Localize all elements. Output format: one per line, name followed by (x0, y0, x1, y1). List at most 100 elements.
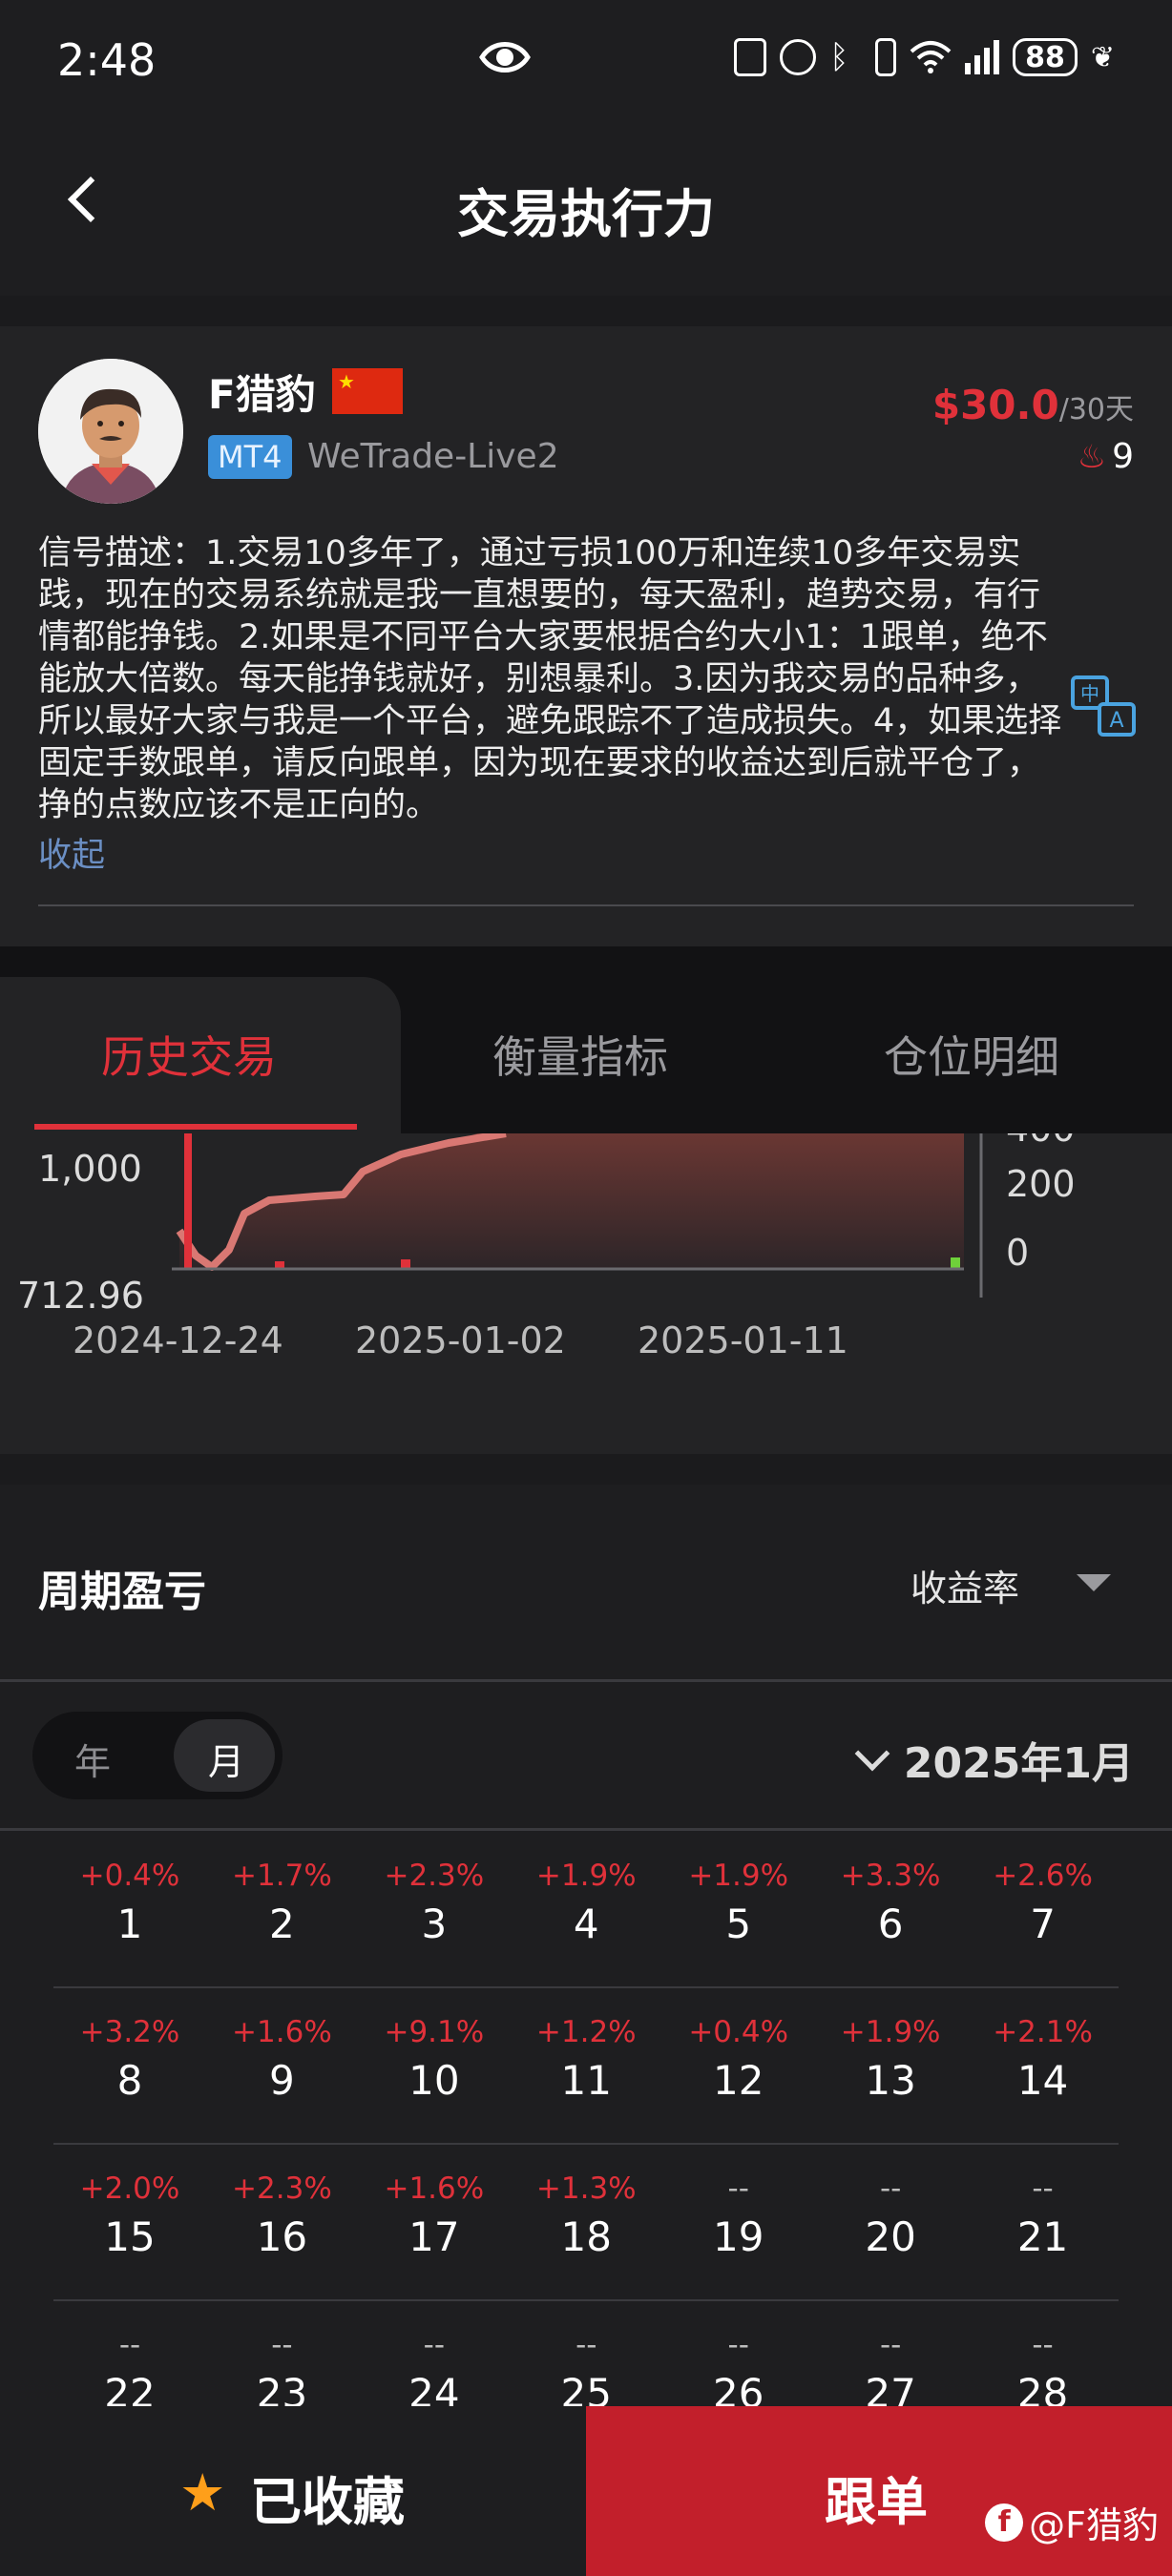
calendar-day-cell[interactable]: -- 25 (510, 2328, 662, 2417)
day-return: -- (879, 2171, 902, 2206)
alarm-icon (780, 39, 817, 75)
calendar-week-row: +3.2% 8 +1.6% 9 +9.1% 10 +1.2% 11 +0.4% 12 +1.9% 13… (53, 1988, 1119, 2145)
day-return: +1.2% (535, 2015, 637, 2049)
favorite-button[interactable]: ★ 已收藏 (0, 2406, 586, 2576)
calendar-grid: +0.4% 1 +1.7% 2 +2.3% 3 +1.9% 4 +1.9% 5 +3.3% 6 +2.6… (53, 1832, 1119, 2458)
day-return: +2.3% (232, 2171, 332, 2206)
day-number: 6 (877, 1901, 904, 1947)
toggle-month[interactable]: 月 (208, 1733, 244, 1785)
day-return: -- (576, 2328, 597, 2362)
app-header: 交易执行力 (0, 114, 1172, 296)
calendar-day-cell[interactable]: +2.3% 16 (205, 2171, 358, 2260)
fire-icon: ♨ (1077, 437, 1107, 476)
day-return: -- (423, 2328, 446, 2362)
day-return: -- (118, 2328, 141, 2362)
signal-icon (965, 40, 1000, 74)
calendar-day-cell[interactable]: +1.2% 11 (510, 2015, 662, 2104)
calendar-day-cell[interactable]: -- 24 (358, 2328, 511, 2417)
x-tick: 2024-12-24 (73, 1319, 283, 1361)
calendar-day-cell[interactable]: +2.0% 15 (53, 2171, 206, 2260)
divider (38, 904, 1134, 906)
day-return: +2.1% (993, 2015, 1093, 2049)
day-return: -- (879, 2328, 902, 2362)
day-number: 18 (560, 2213, 612, 2260)
calendar-day-cell[interactable]: +1.9% 5 (662, 1859, 815, 1947)
tab-history[interactable]: 历史交易 (101, 1023, 277, 1086)
collapse-link[interactable]: 收起 (38, 828, 105, 877)
follow-label: 跟单 (825, 2472, 928, 2532)
metric-dropdown[interactable]: 收益率 (910, 1559, 1019, 1611)
weibo-logo-icon: f (985, 2503, 1024, 2542)
day-number: 5 (725, 1901, 752, 1947)
tab-underline (34, 1124, 357, 1130)
calendar-day-cell[interactable]: +0.4% 12 (662, 2015, 815, 2104)
day-number: 8 (116, 2057, 143, 2104)
calendar-day-cell[interactable]: +3.2% 8 (53, 2015, 206, 2104)
day-number: 19 (712, 2213, 764, 2260)
day-number: 1 (116, 1901, 143, 1947)
calendar-day-cell[interactable]: -- 28 (967, 2328, 1120, 2417)
divider (0, 1828, 1172, 1831)
month-picker[interactable]: 2025年1月 (854, 1729, 1134, 1790)
day-number: 20 (865, 2213, 916, 2260)
day-number: 12 (712, 2057, 764, 2104)
calendar-day-cell[interactable]: -- 23 (205, 2328, 358, 2417)
calendar-day-cell[interactable]: -- 21 (967, 2171, 1120, 2260)
dropdown-arrow-icon[interactable] (1077, 1574, 1111, 1591)
calendar-day-cell[interactable]: +1.6% 17 (358, 2171, 511, 2260)
day-return: -- (1032, 2171, 1054, 2206)
calendar-day-cell[interactable]: -- 26 (662, 2328, 815, 2417)
day-return: +1.6% (232, 2015, 332, 2049)
divider (0, 1679, 1172, 1682)
watermark-text: @F猎豹 (1029, 2504, 1159, 2546)
calendar-day-cell[interactable]: +2.3% 3 (358, 1859, 511, 1947)
calendar-day-cell[interactable]: +1.6% 9 (205, 2015, 358, 2104)
follow-button[interactable]: 跟单 f @F猎豹 (586, 2406, 1172, 2576)
day-return: +0.4% (79, 1859, 180, 1893)
subscription-price: $30.0/30天 (932, 382, 1134, 428)
day-return: +3.2% (79, 2015, 180, 2049)
translate-icon[interactable]: 中 A (1069, 672, 1138, 740)
day-return: +3.3% (840, 1859, 941, 1893)
year-month-toggle[interactable]: 年 月 (32, 1712, 283, 1799)
calendar-day-cell[interactable]: -- 19 (662, 2171, 815, 2260)
signal-profile-card: F猎豹 MT4 WeTrade-Live2 $30.0/30天 ♨ 9 信号描述… (0, 326, 1172, 946)
signal-description: 信号描述：1.交易10多年了，通过亏损100万和连续10多年交易实践，现在的交易… (38, 534, 1062, 824)
calendar-day-cell[interactable]: +3.3% 6 (814, 1859, 967, 1947)
price-value: $30.0 (931, 382, 1059, 428)
calendar-day-cell[interactable]: -- 20 (814, 2171, 967, 2260)
tab-bar: 历史交易 衡量指标 仓位明细 (0, 946, 1172, 1133)
day-number: 11 (560, 2057, 612, 2104)
bottom-action-bar: ★ 已收藏 跟单 f @F猎豹 (0, 2406, 1172, 2576)
selected-month: 2025年1月 (903, 1739, 1134, 1788)
day-number: 4 (573, 1901, 599, 1947)
day-return: +9.1% (384, 2015, 485, 2049)
vibrate-icon (875, 38, 897, 76)
wifi-icon (910, 41, 952, 73)
favorite-label: 已收藏 (250, 2472, 405, 2532)
day-return: +2.6% (993, 1859, 1093, 1893)
tab-metrics[interactable]: 衡量指标 (492, 1023, 668, 1086)
calendar-day-cell[interactable]: +1.9% 4 (510, 1859, 662, 1947)
calendar-day-cell[interactable]: +9.1% 10 (358, 2015, 511, 2104)
watermark: f @F猎豹 (985, 2496, 1159, 2548)
calendar-day-cell[interactable]: +1.3% 18 (510, 2171, 662, 2260)
fire-count: 9 (1112, 437, 1134, 476)
calendar-day-cell[interactable]: +0.4% 1 (53, 1859, 206, 1947)
status-bar: 2:48 ᛒ 88 ❦ (0, 0, 1172, 114)
calendar-day-cell[interactable]: +2.6% 7 (967, 1859, 1120, 1947)
bluetooth-icon: ᛒ (829, 38, 849, 76)
period-title: 周期盈亏 (38, 1568, 206, 1616)
popularity: ♨ 9 (1078, 437, 1134, 476)
day-return: +1.3% (535, 2171, 637, 2206)
y-right-tick: 400 (1006, 1133, 1076, 1150)
day-return: -- (727, 2171, 749, 2206)
calendar-day-cell[interactable]: +2.1% 14 (967, 2015, 1120, 2104)
calendar-day-cell[interactable]: +1.9% 13 (814, 2015, 967, 2104)
tab-positions[interactable]: 仓位明细 (884, 1023, 1059, 1086)
calendar-day-cell[interactable]: +1.7% 2 (205, 1859, 358, 1947)
day-number: 2 (269, 1901, 295, 1947)
calendar-day-cell[interactable]: -- 22 (53, 2328, 206, 2417)
toggle-year[interactable]: 年 (74, 1733, 111, 1785)
calendar-day-cell[interactable]: -- 27 (814, 2328, 967, 2417)
